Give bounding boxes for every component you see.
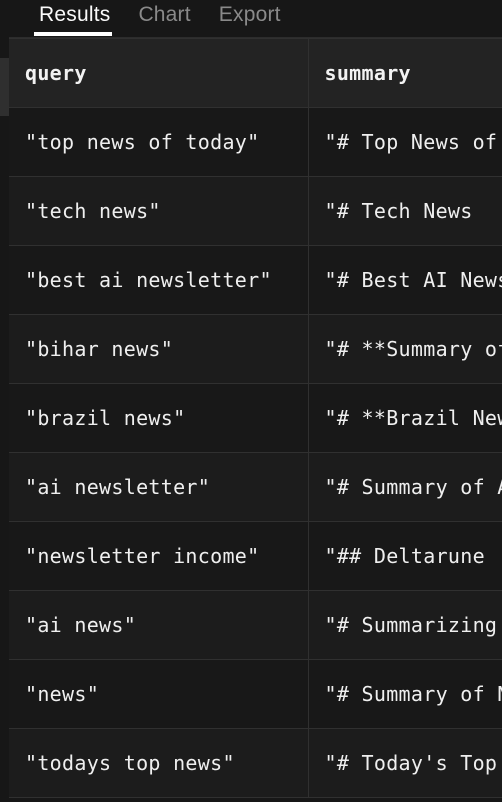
cell-text: "todays top news"	[25, 751, 235, 775]
cell-query[interactable]: "ai newsletter"	[9, 452, 309, 522]
cell-summary[interactable]: "# **Summary of Bihar News	[308, 314, 502, 384]
table-row[interactable]: "ai news" "# Summarizing AI News	[9, 590, 502, 660]
cell-query[interactable]: "bihar news"	[9, 314, 309, 384]
cell-text: "# Today's Top News	[324, 751, 502, 775]
cell-query[interactable]: "best ai newsletter"	[9, 245, 309, 315]
cell-summary[interactable]: "# Summarizing AI News	[308, 590, 502, 660]
cell-text: "# Tech News	[324, 199, 473, 223]
table-row[interactable]: "newsletter income" "## Deltarune	[9, 521, 502, 591]
tab-bar-divider	[9, 37, 502, 38]
results-panel: Results Chart Export query summary "top new…	[0, 0, 502, 802]
cell-text: "# Summary of AI Newsletter	[324, 475, 502, 499]
table-row[interactable]: "top news of today" "# Top News of Today	[9, 107, 502, 177]
cell-query[interactable]: "top news of today"	[9, 107, 309, 177]
results-table-header: query summary	[9, 38, 502, 108]
cell-query[interactable]: "brazil news"	[9, 383, 309, 453]
column-header-label: query	[25, 61, 87, 85]
cell-query[interactable]: "ai news"	[9, 590, 309, 660]
cell-text: "ai newsletter"	[25, 475, 211, 499]
cell-summary[interactable]: "# Top News of Today	[308, 107, 502, 177]
cell-query[interactable]: "newsletter income"	[9, 521, 309, 591]
vertical-scrollbar-thumb[interactable]	[0, 58, 9, 116]
table-row[interactable]: "todays top news" "# Today's Top News	[9, 728, 502, 798]
tab-list: Results Chart Export	[25, 0, 295, 30]
table-row[interactable]: "brazil news" "# **Brazil News	[9, 383, 502, 453]
tab-export[interactable]: Export	[205, 0, 295, 30]
cell-text: "# **Summary of Bihar News	[324, 337, 502, 361]
results-table-scroll-area[interactable]: query summary "top news of today" "# Top N…	[9, 38, 502, 802]
results-table: query summary "top news of today" "# Top N…	[9, 38, 502, 798]
cell-query[interactable]: "news"	[9, 659, 309, 729]
cell-query[interactable]: "todays top news"	[9, 728, 309, 798]
table-row[interactable]: "news" "# Summary of News	[9, 659, 502, 729]
active-tab-indicator	[34, 32, 112, 36]
results-table-body: "top news of today""# Top News of Today"…	[9, 107, 502, 798]
table-row[interactable]: "ai newsletter" "# Summary of AI Newslett…	[9, 452, 502, 522]
cell-query[interactable]: "tech news"	[9, 176, 309, 246]
cell-text: "## Deltarune	[324, 544, 485, 568]
cell-summary[interactable]: "# Best AI Newsletter	[308, 245, 502, 315]
cell-summary[interactable]: "# Today's Top News	[308, 728, 502, 798]
cell-text: "newsletter income"	[25, 544, 260, 568]
vertical-scrollbar[interactable]	[0, 0, 9, 802]
cell-summary[interactable]: "## Deltarune	[308, 521, 502, 591]
cell-text: "# Summarizing AI News	[324, 613, 502, 637]
cell-text: "# **Brazil News	[324, 406, 502, 430]
tab-chart[interactable]: Chart	[124, 0, 204, 30]
column-header-summary[interactable]: summary	[308, 38, 502, 108]
column-header-label: summary	[324, 61, 411, 85]
tab-bar: Results Chart Export	[9, 0, 502, 38]
cell-summary[interactable]: "# Summary of AI Newsletter	[308, 452, 502, 522]
cell-text: "# Top News of Today	[324, 130, 502, 154]
cell-text: "ai news"	[25, 613, 137, 637]
cell-text: "brazil news"	[25, 406, 186, 430]
column-header-query[interactable]: query	[9, 38, 309, 108]
table-row[interactable]: "tech news" "# Tech News	[9, 176, 502, 246]
cell-text: "bihar news"	[25, 337, 174, 361]
cell-text: "news"	[25, 682, 100, 706]
table-row[interactable]: "bihar news" "# **Summary of Bihar News	[9, 314, 502, 384]
cell-text: "best ai newsletter"	[25, 268, 272, 292]
cell-summary[interactable]: "# Summary of News	[308, 659, 502, 729]
tab-results[interactable]: Results	[25, 0, 124, 30]
table-header-row: query summary	[9, 38, 502, 108]
table-row[interactable]: "best ai newsletter" "# Best AI Newslette…	[9, 245, 502, 315]
cell-summary[interactable]: "# Tech News	[308, 176, 502, 246]
cell-summary[interactable]: "# **Brazil News	[308, 383, 502, 453]
cell-text: "# Summary of News	[324, 682, 502, 706]
cell-text: "top news of today"	[25, 130, 260, 154]
cell-text: "tech news"	[25, 199, 161, 223]
cell-text: "# Best AI Newsletter	[324, 268, 502, 292]
